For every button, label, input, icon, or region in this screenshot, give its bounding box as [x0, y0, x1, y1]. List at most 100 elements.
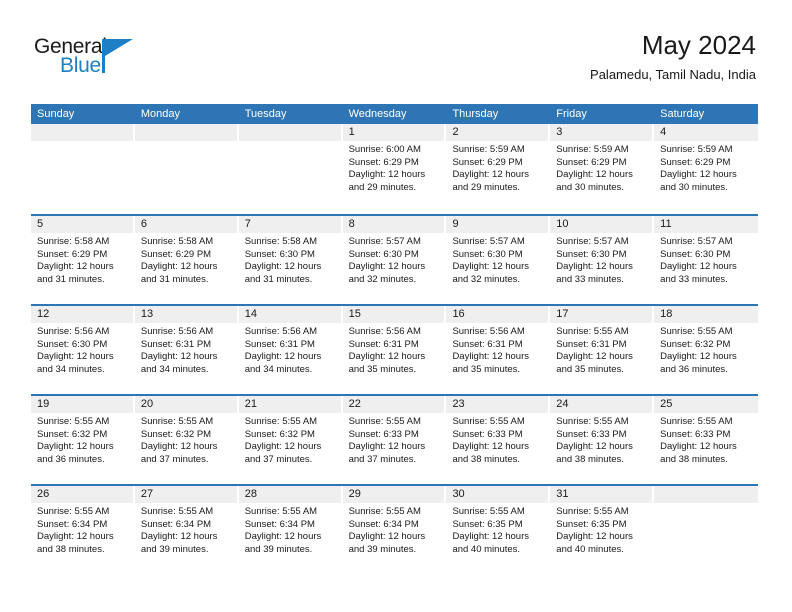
sunset-text: Sunset: 6:32 PM: [140, 428, 212, 440]
day-sun-info: Sunrise: 5:55 AM Sunset: 6:32 PM Daylight:…: [31, 413, 135, 466]
day-sun-info: Sunrise: 5:55 AM Sunset: 6:32 PM Daylight:…: [239, 413, 343, 466]
calendar-day-cell[interactable]: 6 Sunrise: 5:58 AM Sunset: 6:29 PM Daylight…: [134, 216, 239, 304]
sunrise-text: Sunrise: 5:55 AM: [37, 506, 110, 517]
weekday-header-tuesday: Tuesday: [244, 108, 287, 120]
calendar-day-cell[interactable]: 1 Sunrise: 6:00 AM Sunset: 6:29 PM Daylight…: [342, 124, 447, 214]
day-sun-info: Sunrise: 5:56 AM Sunset: 6:31 PM Daylight:…: [446, 323, 550, 376]
sunrise-text: Sunrise: 5:55 AM: [348, 416, 421, 427]
calendar-day-cell[interactable]: 28 Sunrise: 5:55 AM Sunset: 6:34 PM Dayligh…: [238, 486, 343, 574]
day-number: 4: [660, 126, 667, 138]
day-sun-info: Sunrise: 5:57 AM Sunset: 6:30 PM Daylight:…: [446, 233, 550, 286]
calendar-day-cell[interactable]: 10 Sunrise: 5:57 AM Sunset: 6:30 PM Dayligh…: [550, 216, 655, 304]
daylight-text-line1: Daylight: 12 hours: [556, 531, 633, 543]
calendar-day-cell[interactable]: 9 Sunrise: 5:57 AM Sunset: 6:30 PM Daylight…: [446, 216, 551, 304]
calendar-day-cell[interactable]: 19 Sunrise: 5:55 AM Sunset: 6:32 PM Dayligh…: [31, 396, 135, 484]
day-number-band: 2: [446, 124, 549, 141]
calendar-day-cell[interactable]: 5 Sunrise: 5:58 AM Sunset: 6:29 PM Daylight…: [31, 216, 135, 304]
calendar-day-cell[interactable]: 23 Sunrise: 5:55 AM Sunset: 6:33 PM Dayligh…: [446, 396, 551, 484]
day-number-band: 17: [550, 306, 653, 323]
sunset-text: Sunset: 6:30 PM: [556, 248, 627, 260]
day-number-band: 4: [654, 124, 759, 141]
calendar-day-cell[interactable]: 18 Sunrise: 5:55 AM Sunset: 6:32 PM Dayligh…: [654, 306, 759, 394]
calendar-day-cell[interactable]: 30 Sunrise: 5:55 AM Sunset: 6:35 PM Dayligh…: [446, 486, 551, 574]
daylight-text-line1: Daylight: 12 hours: [348, 169, 426, 181]
calendar-day-cell[interactable]: 4 Sunrise: 5:59 AM Sunset: 6:29 PM Daylight…: [654, 124, 759, 214]
calendar-day-cell[interactable]: 13 Sunrise: 5:56 AM Sunset: 6:31 PM Dayligh…: [134, 306, 239, 394]
daylight-text-line2: and 29 minutes.: [348, 181, 417, 193]
calendar-day-cell[interactable]: 25 Sunrise: 5:55 AM Sunset: 6:33 PM Dayligh…: [654, 396, 759, 484]
daylight-text-line1: Daylight: 12 hours: [140, 441, 218, 453]
day-number-band: [238, 124, 341, 141]
day-number-band: [134, 124, 237, 141]
day-number-band: 7: [238, 216, 341, 233]
calendar-day-cell[interactable]: 31 Sunrise: 5:55 AM Sunset: 6:35 PM Dayligh…: [550, 486, 655, 574]
calendar-day-cell[interactable]: 7 Sunrise: 5:58 AM Sunset: 6:30 PM Daylight…: [238, 216, 343, 304]
day-sun-info: Sunrise: 5:56 AM Sunset: 6:30 PM Daylight:…: [31, 323, 135, 376]
sunset-text: Sunset: 6:29 PM: [140, 248, 212, 260]
sunrise-text: Sunrise: 5:55 AM: [140, 416, 214, 427]
general-blue-logo: General Blue: [34, 36, 154, 84]
sunset-text: Sunset: 6:33 PM: [452, 428, 523, 440]
sunrise-text: Sunrise: 5:55 AM: [244, 416, 318, 427]
day-number-band: 28: [238, 486, 341, 503]
calendar-day-cell-empty: [238, 124, 343, 214]
daylight-text-line2: and 38 minutes.: [37, 543, 105, 555]
sunrise-text: Sunrise: 5:57 AM: [348, 236, 421, 247]
day-number-band: 9: [446, 216, 549, 233]
calendar-day-cell[interactable]: 24 Sunrise: 5:55 AM Sunset: 6:33 PM Dayligh…: [550, 396, 655, 484]
day-number-band: [31, 124, 133, 141]
calendar-day-cell[interactable]: 3 Sunrise: 5:59 AM Sunset: 6:29 PM Daylight…: [550, 124, 655, 214]
calendar-day-cell[interactable]: 14 Sunrise: 5:56 AM Sunset: 6:31 PM Dayligh…: [238, 306, 343, 394]
calendar-week-row: 26 Sunrise: 5:55 AM Sunset: 6:34 PM Dayligh…: [31, 484, 759, 574]
day-number-band: 1: [342, 124, 445, 141]
day-number: 28: [244, 488, 257, 500]
calendar-day-cell[interactable]: 8 Sunrise: 5:57 AM Sunset: 6:30 PM Daylight…: [342, 216, 447, 304]
calendar-day-cell[interactable]: 27 Sunrise: 5:55 AM Sunset: 6:34 PM Dayligh…: [134, 486, 239, 574]
daylight-text-line1: Daylight: 12 hours: [452, 531, 530, 543]
calendar-day-cell[interactable]: 11 Sunrise: 5:57 AM Sunset: 6:30 PM Dayligh…: [654, 216, 759, 304]
daylight-text-line1: Daylight: 12 hours: [452, 441, 530, 453]
calendar-day-cell[interactable]: 26 Sunrise: 5:55 AM Sunset: 6:34 PM Dayligh…: [31, 486, 135, 574]
calendar-day-cell[interactable]: 12 Sunrise: 5:56 AM Sunset: 6:30 PM Dayligh…: [31, 306, 135, 394]
day-number: 30: [452, 488, 465, 500]
sunrise-text: Sunrise: 5:56 AM: [37, 326, 110, 337]
daylight-text-line1: Daylight: 12 hours: [348, 441, 426, 453]
day-sun-info: Sunrise: 5:55 AM Sunset: 6:34 PM Daylight:…: [239, 503, 343, 556]
daylight-text-line2: and 37 minutes.: [348, 453, 417, 465]
sunset-text: Sunset: 6:33 PM: [348, 428, 419, 440]
sunset-text: Sunset: 6:32 PM: [660, 338, 731, 350]
sunrise-text: Sunrise: 5:55 AM: [660, 326, 733, 337]
day-number-band: 29: [342, 486, 445, 503]
daylight-text-line1: Daylight: 12 hours: [556, 441, 633, 453]
calendar-day-cell[interactable]: 2 Sunrise: 5:59 AM Sunset: 6:29 PM Daylight…: [446, 124, 551, 214]
day-sun-info: Sunrise: 5:55 AM Sunset: 6:32 PM Daylight:…: [135, 413, 239, 466]
sunset-text: Sunset: 6:34 PM: [37, 518, 108, 530]
day-number-band: 27: [134, 486, 237, 503]
calendar-day-cell[interactable]: 22 Sunrise: 5:55 AM Sunset: 6:33 PM Dayligh…: [342, 396, 447, 484]
day-sun-info: Sunrise: 5:57 AM Sunset: 6:30 PM Daylight:…: [550, 233, 654, 286]
day-number: 27: [140, 488, 154, 500]
sunset-text: Sunset: 6:30 PM: [348, 248, 419, 260]
day-sun-info: Sunrise: 5:58 AM Sunset: 6:30 PM Daylight:…: [239, 233, 343, 286]
calendar-day-cell[interactable]: 17 Sunrise: 5:55 AM Sunset: 6:31 PM Dayligh…: [550, 306, 655, 394]
calendar-day-cell[interactable]: 29 Sunrise: 5:55 AM Sunset: 6:34 PM Dayligh…: [342, 486, 447, 574]
day-number: 16: [452, 308, 465, 320]
sunset-text: Sunset: 6:29 PM: [37, 248, 108, 260]
day-number-band: 20: [134, 396, 237, 413]
sunset-text: Sunset: 6:35 PM: [556, 518, 627, 530]
sunrise-text: Sunrise: 5:55 AM: [556, 416, 629, 427]
daylight-text-line2: and 36 minutes.: [37, 453, 105, 465]
sunrise-text: Sunrise: 5:58 AM: [37, 236, 110, 247]
calendar-day-cell[interactable]: 16 Sunrise: 5:56 AM Sunset: 6:31 PM Dayligh…: [446, 306, 551, 394]
triangle-flag-icon: [105, 39, 133, 56]
calendar-day-cell[interactable]: 21 Sunrise: 5:55 AM Sunset: 6:32 PM Dayligh…: [238, 396, 343, 484]
sunrise-text: Sunrise: 5:55 AM: [140, 506, 214, 517]
sunset-text: Sunset: 6:31 PM: [348, 338, 419, 350]
calendar-day-cell[interactable]: 15 Sunrise: 5:56 AM Sunset: 6:31 PM Dayligh…: [342, 306, 447, 394]
day-number-band: 23: [446, 396, 549, 413]
day-number-band: 10: [550, 216, 653, 233]
calendar-table: Sunday Monday Tuesday Wednesday Thursday…: [31, 104, 759, 574]
daylight-text-line1: Daylight: 12 hours: [660, 169, 737, 181]
calendar-day-cell[interactable]: 20 Sunrise: 5:55 AM Sunset: 6:32 PM Dayligh…: [134, 396, 239, 484]
daylight-text-line1: Daylight: 12 hours: [140, 351, 218, 363]
